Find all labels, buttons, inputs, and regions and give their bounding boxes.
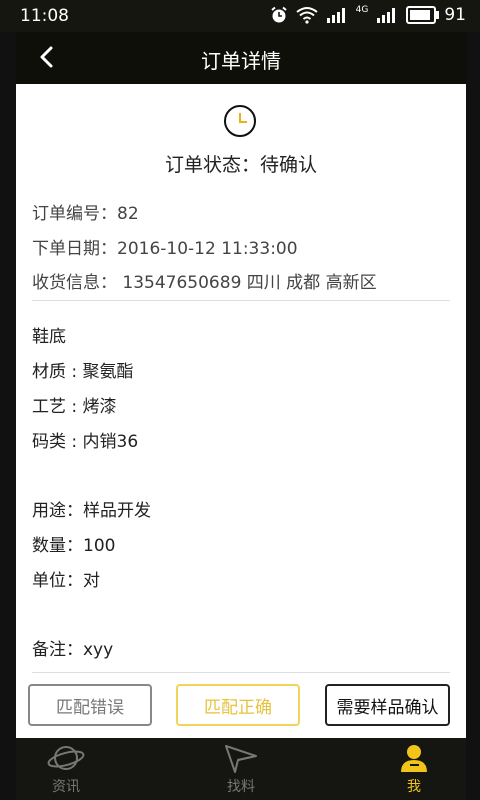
material: 材质 : 聚氨酯 xyxy=(32,362,134,382)
page-title: 订单详情 xyxy=(201,49,281,73)
usage: 用途：样品开发 xyxy=(32,501,151,521)
title-bar: 订单详情 xyxy=(16,32,466,84)
paper-plane-icon xyxy=(225,745,257,773)
app-window: 订单详情 订单状态：待确认 订单编号：82 下单日期：2016-10-12 11… xyxy=(16,32,466,800)
correct-match-button[interactable]: 匹配正确 xyxy=(176,684,300,726)
wrong-match-button[interactable]: 匹配错误 xyxy=(28,684,152,726)
status-icons: 4G 91 xyxy=(270,5,466,25)
shipping-info: 收货信息： 13547650689 四川 成都 高新区 xyxy=(32,273,377,293)
planet-icon xyxy=(47,746,85,770)
signal-icon xyxy=(326,8,345,23)
bottom-tab-bar: 资讯 找料 我 xyxy=(16,738,466,800)
tab-news-label: 资讯 xyxy=(52,779,80,795)
order-date: 下单日期：2016-10-12 11:33:00 xyxy=(32,239,298,259)
divider xyxy=(32,672,450,673)
process: 工艺 : 烤漆 xyxy=(32,397,117,417)
unit: 单位：对 xyxy=(32,571,100,591)
action-buttons: 匹配错误 匹配正确 需要样品确认 xyxy=(16,680,466,742)
battery-icon xyxy=(406,6,440,24)
order-number: 订单编号：82 xyxy=(32,204,139,224)
order-detail-content: 订单状态：待确认 订单编号：82 下单日期：2016-10-12 11:33:0… xyxy=(16,84,466,738)
alarm-icon xyxy=(271,6,287,23)
quantity: 数量：100 xyxy=(32,536,116,556)
signal-icon-2 xyxy=(377,8,396,23)
status-bar: 11:08 4G 91 xyxy=(0,0,480,32)
network-type-label: 4G xyxy=(355,4,369,15)
tab-news[interactable]: 资讯 xyxy=(31,738,101,800)
tab-me[interactable]: 我 xyxy=(379,738,449,800)
remark: 备注：xyy xyxy=(32,640,114,660)
divider xyxy=(32,300,450,301)
tab-me-label: 我 xyxy=(407,779,421,795)
wifi-icon xyxy=(296,7,318,24)
item-name: 鞋底 xyxy=(32,327,66,347)
tab-find-material[interactable]: 找料 xyxy=(206,738,276,800)
user-icon xyxy=(401,745,427,772)
tab-find-material-label: 找料 xyxy=(227,779,255,795)
clock-icon xyxy=(224,105,256,137)
status-time: 11:08 xyxy=(20,6,69,26)
order-status: 订单状态：待确认 xyxy=(164,154,317,176)
need-sample-button[interactable]: 需要样品确认 xyxy=(325,684,450,726)
size-type: 码类 : 内销36 xyxy=(32,432,139,452)
battery-level: 91 xyxy=(444,5,466,25)
